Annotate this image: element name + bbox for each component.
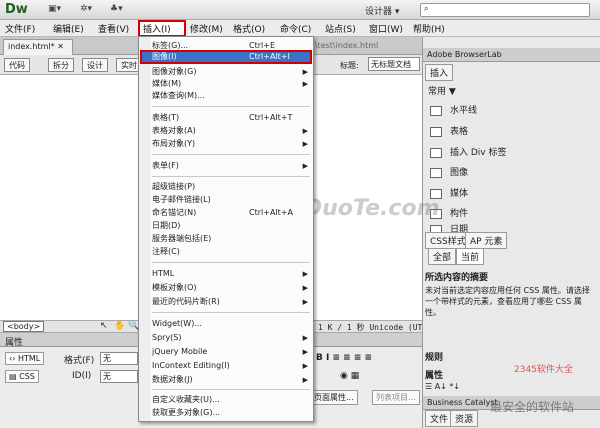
document-tab[interactable]: index.html* ✕ (3, 39, 73, 55)
menu-command[interactable]: 命令(C) (280, 22, 311, 35)
menu-item-template-objects[interactable]: 模板对象(O) ▶ (152, 282, 310, 294)
table-icon (430, 126, 442, 137)
hand-tool-icon[interactable]: ✋ (114, 321, 125, 331)
app-logo: Dw (5, 2, 28, 17)
menu-item-incontext-editing[interactable]: InContext Editing(I) ▶ (152, 360, 310, 372)
id-label: ID(I) (72, 371, 92, 381)
menu-item-media-query[interactable]: 媒体查询(M)... (152, 90, 310, 102)
format-label: 格式(F) (64, 356, 95, 366)
menu-item-recent-snippets[interactable]: 最近的代码片断(R) ▶ (152, 296, 310, 308)
summary-title: 所选内容的摘要 (425, 273, 489, 283)
menu-site[interactable]: 站点(S) (325, 22, 356, 35)
menu-view[interactable]: 查看(V) (98, 22, 129, 35)
menu-separator (152, 262, 310, 263)
menu-window[interactable]: 窗口(W) (369, 22, 403, 35)
menu-modify[interactable]: 修改(M) (190, 22, 223, 35)
files-tab[interactable]: 文件 (425, 410, 454, 427)
menu-separator (152, 106, 310, 107)
code-view-button[interactable]: 代码 (4, 58, 30, 72)
status-info: 1 K / 1 秒 Unicode (UT (318, 323, 423, 332)
insert-image-item[interactable]: 图像 (430, 165, 468, 178)
menu-item-email-link[interactable]: 电子邮件链接(L) (152, 194, 310, 206)
menu-item-ssi[interactable]: 服务器端包括(E) (152, 233, 310, 245)
current-mode-tab[interactable]: 当前 (456, 248, 485, 265)
menu-item-jquery-mobile[interactable]: jQuery Mobile ▶ (152, 346, 310, 358)
list-item-button[interactable]: 列表项目... (372, 390, 420, 405)
menu-separator (152, 176, 310, 177)
category-select[interactable]: 常用 ▼ (428, 84, 456, 97)
split-view-button[interactable]: 拆分 (48, 58, 74, 72)
css-icon: ▤ (9, 372, 17, 381)
menu-item-image-objects[interactable]: 图像对象(G) ▶ (152, 66, 310, 78)
menu-edit[interactable]: 编辑(E) (53, 22, 84, 35)
browserlab-header[interactable]: Adobe BrowserLab (423, 48, 600, 62)
css-mode-button[interactable]: ▤ CSS (5, 370, 39, 383)
menu-item-custom-favorites[interactable]: 自定义收藏夹(U)... (152, 394, 310, 406)
menu-item-data-objects[interactable]: 数据对象(J) ▶ (152, 374, 310, 386)
document-tab-label: index.html* (8, 42, 55, 51)
title-input[interactable]: 无标题文档 (368, 57, 420, 71)
all-mode-tab[interactable]: 全部 (428, 248, 457, 265)
insert-div-item[interactable]: 插入 Div 标签 (430, 145, 506, 158)
div-icon (430, 147, 442, 158)
menu-separator (152, 389, 310, 390)
insert-table-item[interactable]: 表格 (430, 124, 468, 137)
menu-item-image[interactable]: 图像(I) Ctrl+Alt+I (152, 51, 310, 63)
menu-separator (152, 154, 310, 155)
image-icon (430, 167, 442, 178)
file-path: D:\test\index.html (306, 41, 379, 50)
menu-icon-column (139, 37, 151, 421)
css-view-toggle-icon[interactable]: ☰ A↓ *↓ (425, 382, 460, 391)
title-label: 标题: (340, 61, 359, 70)
menu-format[interactable]: 格式(O) (233, 22, 265, 35)
menu-help[interactable]: 帮助(H) (413, 22, 445, 35)
close-icon[interactable]: ✕ (57, 42, 64, 51)
menu-item-spry[interactable]: Spry(S) ▶ (152, 332, 310, 344)
menu-separator (152, 312, 310, 313)
summary-text: 未对当前选定内容应用任何 CSS 属性。请选择一个带样式的元素，查看应用了哪些 … (425, 286, 590, 317)
hr-icon (430, 105, 442, 116)
menu-item-form[interactable]: 表单(F) ▶ (152, 160, 310, 172)
design-view-button[interactable]: 设计 (82, 58, 108, 72)
menu-item-layout-objects[interactable]: 布局对象(Y) ▶ (152, 138, 310, 150)
assets-tab[interactable]: 资源 (450, 410, 479, 427)
page-properties-button[interactable]: 页面属性... (310, 390, 358, 405)
menu-insert[interactable]: 插入(I) (143, 22, 171, 35)
menu-file[interactable]: 文件(F) (5, 22, 35, 35)
html-mode-button[interactable]: ‹› HTML (5, 352, 45, 365)
watermark-gray: 最安全的软件站 (490, 400, 575, 414)
menu-item-table-objects[interactable]: 表格对象(A) ▶ (152, 125, 310, 137)
menu-item-date[interactable]: 日期(D) (152, 220, 310, 232)
menu-item-hyperlink[interactable]: 超级链接(P) (152, 181, 310, 193)
text-format-buttons[interactable]: B I ≡ ≡ ≡ ≡ (316, 353, 372, 363)
watermark-red: 2345软件大全 (514, 365, 573, 375)
menu-item-named-anchor[interactable]: 命名锚记(N) Ctrl+Alt+A (152, 207, 310, 219)
rules-title: 规则 (425, 353, 444, 363)
layout-icon[interactable]: ▣▾ (48, 4, 61, 14)
menu-item-media[interactable]: 媒体(M) ▶ (152, 78, 310, 90)
search-input[interactable]: ⌕ (420, 3, 590, 17)
search-icon: ⌕ (424, 4, 429, 13)
target-icon[interactable]: ◉ ▦ (340, 371, 359, 381)
html-icon: ‹› (9, 354, 16, 363)
tag-selector-body[interactable]: <body> (3, 321, 45, 332)
menu-item-widget[interactable]: Widget(W)... (152, 318, 310, 330)
format-select[interactable]: 无 (100, 352, 138, 365)
properties-section-title: 属性 (425, 371, 444, 381)
gear-icon[interactable]: ✲▾ (80, 4, 92, 14)
workspace-switcher[interactable]: 设计器 ▾ (365, 4, 399, 17)
id-select[interactable]: 无 (100, 370, 138, 383)
insert-hr-item[interactable]: 水平线 (430, 103, 477, 116)
menu-item-html[interactable]: HTML ▶ (152, 268, 310, 280)
ap-elements-tab[interactable]: AP 元素 (465, 232, 508, 249)
css-styles-tab[interactable]: CSS样式 (425, 232, 471, 249)
menu-item-get-more-objects[interactable]: 获取更多对象(G)... (152, 407, 310, 419)
menu-item-table[interactable]: 表格(T) Ctrl+Alt+T (152, 112, 310, 124)
pointer-tool-icon[interactable]: ↖ (100, 321, 108, 331)
site-icon[interactable]: ♣▾ (110, 4, 123, 14)
menu-item-comment[interactable]: 注释(C) (152, 246, 310, 258)
insert-tab[interactable]: 插入 (425, 64, 454, 81)
